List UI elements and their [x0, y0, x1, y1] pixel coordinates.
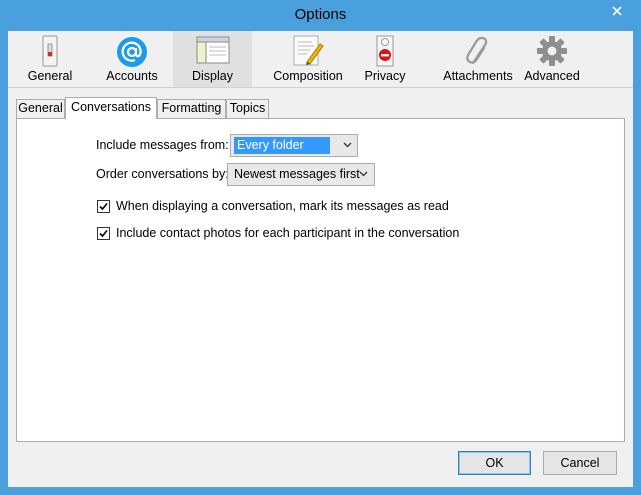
checkmark-icon — [99, 229, 108, 238]
conversations-panel: Include messages from: Every folder Orde… — [16, 118, 625, 442]
pen-paper-icon — [293, 35, 324, 66]
toolbar-item-accounts[interactable]: Accounts — [96, 31, 168, 87]
contact-photos-checkbox[interactable] — [97, 227, 110, 240]
tab-conversations[interactable]: Conversations — [65, 97, 157, 119]
mark-read-label[interactable]: When displaying a conversation, mark its… — [116, 199, 449, 213]
ok-button[interactable]: OK — [458, 451, 531, 475]
include-messages-value: Every folder — [234, 137, 330, 154]
door-hanger-icon — [376, 35, 394, 67]
title-bar[interactable]: Options — [0, 0, 641, 30]
category-toolbar: General Accounts Display Composition Pri… — [8, 31, 633, 88]
toolbar-item-label: Display — [192, 69, 233, 83]
toolbar-item-attachments[interactable]: Attachments — [428, 31, 528, 87]
order-conversations-dropdown[interactable]: Newest messages first — [227, 163, 375, 186]
order-conversations-value: Newest messages first — [234, 167, 360, 181]
include-messages-dropdown[interactable]: Every folder — [230, 134, 358, 157]
toolbar-item-general[interactable]: General — [14, 31, 86, 87]
gear-icon — [537, 36, 567, 66]
toolbar-item-label: Advanced — [524, 69, 580, 83]
toolbar-item-composition[interactable]: Composition — [258, 31, 358, 87]
toolbar-item-privacy[interactable]: Privacy — [355, 31, 415, 87]
tab-formatting[interactable]: Formatting — [157, 99, 226, 118]
close-button[interactable] — [597, 0, 637, 21]
at-sign-icon — [117, 37, 147, 67]
dialog-client: General Accounts Display Composition Pri… — [8, 31, 633, 487]
display-tabs: General Conversations Formatting Topics — [16, 97, 624, 119]
toolbar-item-label: General — [27, 69, 73, 83]
order-conversations-label: Order conversations by: — [96, 167, 229, 181]
switch-icon — [42, 35, 58, 67]
toolbar-item-label: Attachments — [443, 69, 513, 83]
toolbar-item-label: Accounts — [106, 69, 158, 83]
tab-general[interactable]: General — [16, 99, 65, 118]
paperclip-icon — [466, 36, 488, 65]
include-messages-label: Include messages from: — [96, 138, 229, 152]
contact-photos-label[interactable]: Include contact photos for each particip… — [116, 226, 459, 240]
options-window: Options General Accounts Display Composi… — [0, 0, 641, 495]
chevron-down-icon — [343, 142, 352, 148]
tab-topics[interactable]: Topics — [226, 99, 269, 118]
chevron-down-icon — [359, 171, 368, 177]
window-title: Options — [294, 6, 347, 23]
cancel-button[interactable]: Cancel — [543, 451, 617, 475]
display-window-icon — [196, 36, 229, 64]
checkmark-icon — [99, 202, 108, 211]
toolbar-item-advanced[interactable]: Advanced — [517, 31, 587, 87]
toolbar-item-label: Composition — [273, 69, 343, 83]
toolbar-item-display[interactable]: Display — [173, 31, 252, 87]
close-icon — [612, 6, 622, 16]
mark-read-checkbox[interactable] — [97, 200, 110, 213]
toolbar-item-label: Privacy — [364, 69, 406, 83]
